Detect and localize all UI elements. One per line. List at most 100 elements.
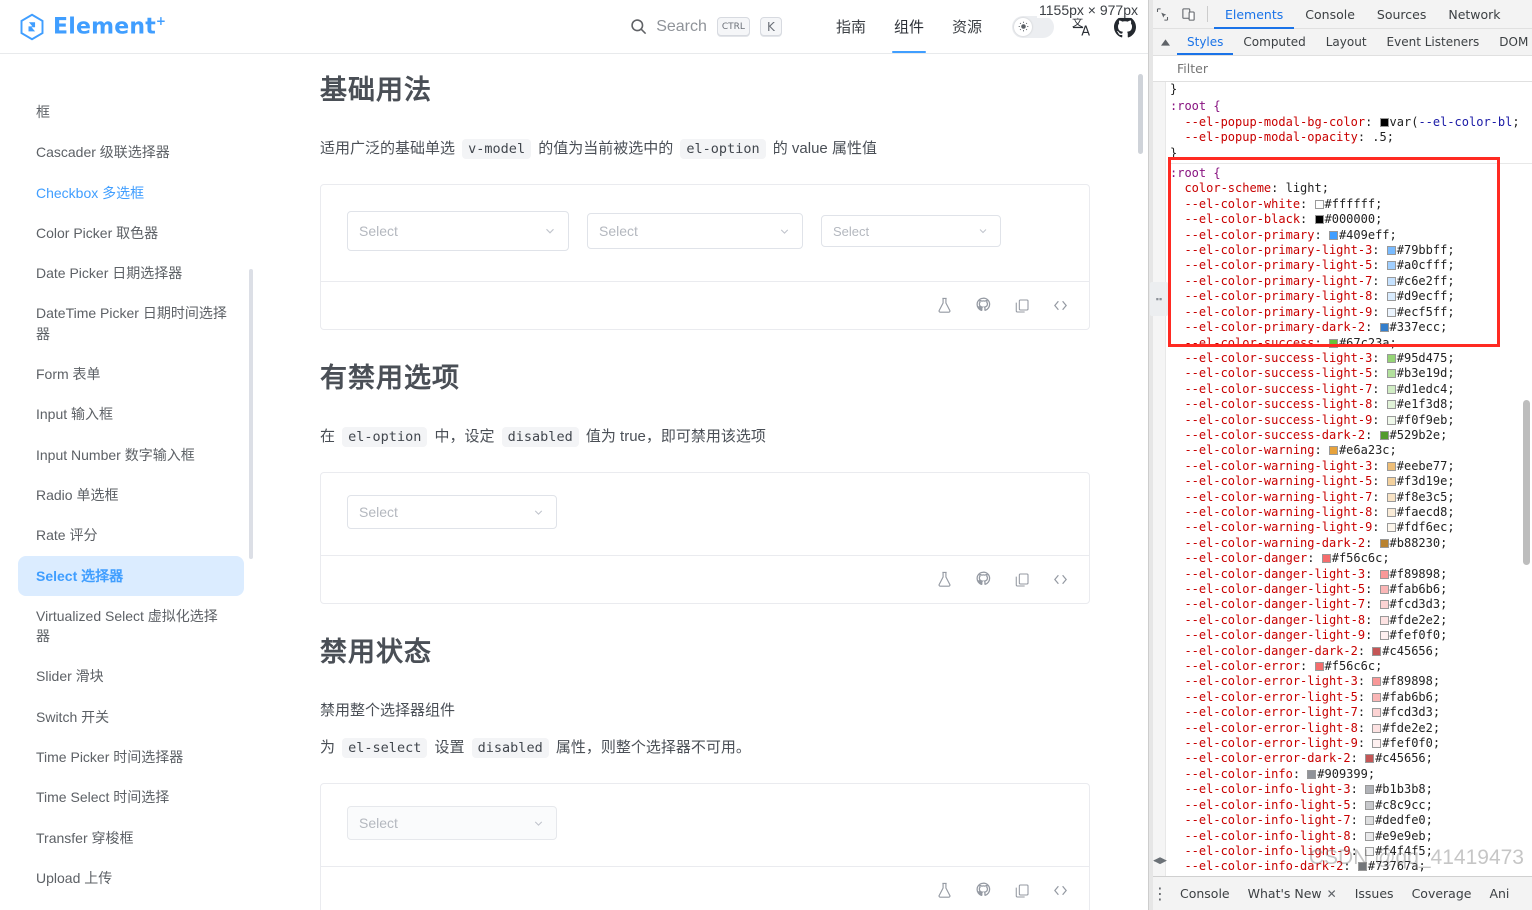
css-declaration[interactable]: --el-color-danger-light-9: #fef0f0; xyxy=(1170,628,1532,643)
sidebar-item-color-picker[interactable]: Color Picker 取色器 xyxy=(18,213,244,253)
color-swatch[interactable] xyxy=(1386,477,1396,487)
color-swatch[interactable] xyxy=(1386,246,1396,256)
docs-sidebar[interactable]: 框 Cascader 级联选择器 Checkbox 多选框 Color Pick… xyxy=(0,54,262,910)
nav-item-resources[interactable]: 资源 xyxy=(938,0,996,53)
color-swatch[interactable] xyxy=(1372,677,1382,687)
drawer-tab-coverage[interactable]: Coverage xyxy=(1403,886,1481,901)
sidebar-item-transfer[interactable]: Transfer 穿梭框 xyxy=(18,818,244,858)
flask-icon[interactable] xyxy=(936,297,953,314)
css-declaration[interactable]: --el-color-info-light-7: #dedfe0; xyxy=(1170,813,1532,828)
color-swatch[interactable] xyxy=(1379,585,1389,594)
color-swatch[interactable] xyxy=(1307,769,1317,779)
device-toolbar-icon[interactable] xyxy=(1175,1,1201,27)
sidebar-item-input[interactable]: Input 输入框 xyxy=(18,394,244,434)
css-declaration[interactable]: color-scheme: light; xyxy=(1170,181,1532,196)
css-rule[interactable]: :root { color-scheme: light; --el-color-… xyxy=(1170,164,1532,876)
language-switch-button[interactable]: 文 A xyxy=(1072,15,1096,39)
copy-icon[interactable] xyxy=(1014,883,1030,899)
css-declaration[interactable]: --el-color-info-light-3: #b1b3b8; xyxy=(1170,782,1532,797)
select-default[interactable]: Select xyxy=(587,213,803,249)
color-swatch[interactable] xyxy=(1386,276,1396,286)
sidebar-item-upload[interactable]: Upload 上传 xyxy=(18,858,244,898)
sidebar-item-datetime-picker[interactable]: DateTime Picker 日期时间选择器 xyxy=(18,293,244,354)
color-swatch[interactable] xyxy=(1386,384,1396,394)
css-declaration[interactable]: --el-color-warning-light-7: #f8e3c5; xyxy=(1170,490,1532,505)
css-declaration[interactable]: --el-color-danger-light-3: #f89898; xyxy=(1170,567,1532,582)
css-declaration[interactable]: --el-color-danger-dark-2: #c45656; xyxy=(1170,644,1532,659)
color-swatch[interactable] xyxy=(1372,646,1382,656)
color-swatch[interactable] xyxy=(1372,708,1382,718)
color-swatch[interactable] xyxy=(1379,430,1389,440)
color-swatch[interactable] xyxy=(1379,631,1389,641)
color-swatch[interactable] xyxy=(1386,400,1396,410)
css-declaration[interactable]: --el-color-warning-light-8: #faecd8; xyxy=(1170,505,1532,520)
collapse-arrow-icon[interactable] xyxy=(1155,29,1175,55)
color-swatch[interactable] xyxy=(1386,507,1396,517)
color-swatch[interactable] xyxy=(1365,785,1375,795)
color-swatch[interactable] xyxy=(1379,600,1389,610)
color-swatch[interactable] xyxy=(1372,723,1382,733)
sidebar-item-0[interactable]: 框 xyxy=(18,92,244,132)
css-declaration[interactable]: --el-color-warning-light-3: #eebe77; xyxy=(1170,459,1532,474)
select-default-trigger[interactable]: Select xyxy=(587,213,803,249)
css-declaration[interactable]: --el-color-warning: #e6a23c; xyxy=(1170,443,1532,458)
css-declaration[interactable]: --el-popup-modal-opacity: .5; xyxy=(1170,130,1532,145)
css-declaration[interactable]: --el-color-success-light-9: #f0f9eb; xyxy=(1170,413,1532,428)
copy-icon[interactable] xyxy=(1014,298,1030,314)
color-swatch[interactable] xyxy=(1328,338,1338,348)
code-brackets-icon[interactable] xyxy=(1052,297,1069,314)
color-swatch[interactable] xyxy=(1386,261,1396,271)
select-large-trigger[interactable]: Select xyxy=(347,211,569,251)
drawer-tab-console[interactable]: Console xyxy=(1171,886,1239,901)
css-declaration[interactable]: --el-color-primary-light-8: #d9ecff; xyxy=(1170,289,1532,304)
css-declaration[interactable]: --el-color-error-light-9: #fef0f0; xyxy=(1170,736,1532,751)
flask-icon[interactable] xyxy=(936,882,953,899)
css-declaration[interactable]: --el-color-warning-light-9: #fdf6ec; xyxy=(1170,520,1532,535)
color-swatch[interactable] xyxy=(1379,615,1389,625)
css-declaration[interactable]: --el-color-success-dark-2: #529b2e; xyxy=(1170,428,1532,443)
sidebar-item-virtualized-select[interactable]: Virtualized Select 虚拟化选择器 xyxy=(18,596,244,657)
sidebar-item-cascader[interactable]: Cascader 级联选择器 xyxy=(18,132,244,172)
css-declaration[interactable]: --el-color-error-light-8: #fde2e2; xyxy=(1170,721,1532,736)
css-declaration[interactable]: --el-color-info-light-8: #e9e9eb; xyxy=(1170,829,1532,844)
github-icon[interactable] xyxy=(975,571,992,588)
css-declaration[interactable]: --el-color-warning-dark-2: #b88230; xyxy=(1170,536,1532,551)
css-declaration[interactable]: --el-color-danger: #f56c6c; xyxy=(1170,551,1532,566)
css-declaration[interactable]: --el-color-error-dark-2: #c45656; xyxy=(1170,751,1532,766)
brand-logo-link[interactable]: Element+ xyxy=(0,13,300,41)
css-declaration[interactable]: --el-color-black: #000000; xyxy=(1170,212,1532,227)
css-declaration[interactable]: --el-color-primary-light-5: #a0cfff; xyxy=(1170,258,1532,273)
sidebar-item-date-picker[interactable]: Date Picker 日期选择器 xyxy=(18,253,244,293)
css-declaration[interactable]: --el-color-danger-light-5: #fab6b6; xyxy=(1170,582,1532,597)
css-declaration[interactable]: --el-color-success-light-7: #d1edc4; xyxy=(1170,382,1532,397)
drawer-tab-whats-new[interactable]: What's New ✕ xyxy=(1239,886,1346,901)
select-disabled[interactable]: Select xyxy=(347,806,557,840)
color-swatch[interactable] xyxy=(1386,292,1396,302)
color-swatch[interactable] xyxy=(1365,816,1375,826)
css-declaration[interactable]: --el-color-error-light-3: #f89898; xyxy=(1170,674,1532,689)
sidebar-collapse-handle[interactable]: ▪▪ xyxy=(1150,282,1168,316)
color-swatch[interactable] xyxy=(1386,461,1396,471)
github-icon[interactable] xyxy=(975,297,992,314)
styles-filter-input[interactable] xyxy=(1177,61,1477,76)
styles-scrollbar[interactable] xyxy=(1523,400,1530,565)
color-swatch[interactable] xyxy=(1314,662,1324,672)
tab-elements[interactable]: Elements xyxy=(1214,0,1294,29)
sidebar-scrollbar[interactable] xyxy=(249,269,253,559)
css-declaration[interactable]: --el-color-error-light-7: #fcd3d3; xyxy=(1170,705,1532,720)
css-selector[interactable]: :root { xyxy=(1170,99,1532,114)
nav-item-components[interactable]: 组件 xyxy=(880,0,938,53)
color-swatch[interactable] xyxy=(1365,800,1375,810)
sidebar-item-time-select[interactable]: Time Select 时间选择 xyxy=(18,777,244,817)
css-declaration[interactable]: --el-color-error: #f56c6c; xyxy=(1170,659,1532,674)
css-declaration[interactable]: --el-color-success-light-8: #e1f3d8; xyxy=(1170,397,1532,412)
devtools-split-handle[interactable] xyxy=(1149,0,1153,910)
color-swatch[interactable] xyxy=(1314,199,1324,209)
panel-tab-computed[interactable]: Computed xyxy=(1233,29,1315,55)
css-declaration[interactable]: --el-color-primary-light-3: #79bbff; xyxy=(1170,243,1532,258)
close-icon[interactable]: ✕ xyxy=(1327,887,1337,901)
css-declaration[interactable]: --el-color-success-light-3: #95d475; xyxy=(1170,351,1532,366)
color-swatch[interactable] xyxy=(1386,307,1396,317)
github-link-button[interactable] xyxy=(1114,15,1136,38)
panel-tab-styles[interactable]: Styles xyxy=(1177,29,1233,55)
